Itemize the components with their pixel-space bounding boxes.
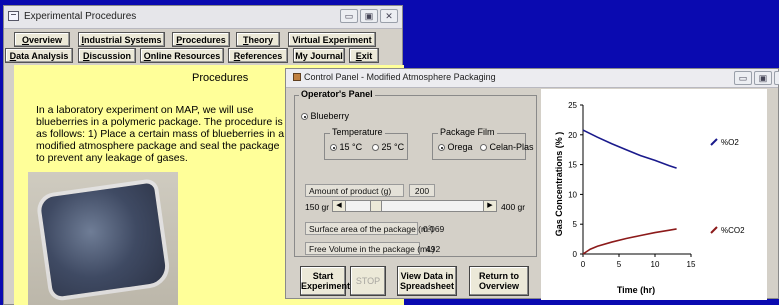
film-orega-radio[interactable] — [438, 144, 445, 151]
film-celan-plas-label: Celan-Plas — [489, 142, 534, 152]
y-tick-label: 20 — [568, 131, 577, 140]
film-celan-plas-option[interactable]: Celan-Plas — [480, 142, 534, 152]
main-title-bar[interactable]: Experimental Procedures ▭ ▣ ✕ — [4, 6, 402, 29]
temp-25-option[interactable]: 25 °C — [372, 142, 404, 152]
x-axis-label: Time (hr) — [617, 285, 655, 295]
amount-slider[interactable]: ◀ ▶ — [332, 200, 497, 212]
panel-close-icon[interactable]: ✕ — [774, 71, 779, 85]
panel-maximize-icon[interactable]: ▣ — [754, 71, 772, 85]
operators-panel-label: Operator's Panel — [299, 89, 375, 99]
nav-exit-button[interactable]: Exit — [349, 48, 379, 63]
slider-max-label: 400 gr — [501, 202, 526, 212]
blueberry-label: Blueberry — [310, 111, 350, 121]
nav-virtual-experiment-button[interactable]: Virtual Experiment — [288, 32, 376, 47]
slider-thumb[interactable] — [370, 201, 383, 211]
film-orega-label: Orega — [447, 142, 473, 152]
film-celan-plas-radio[interactable] — [480, 144, 487, 151]
x-tick-label: 5 — [617, 260, 622, 269]
legend-label: %O2 — [721, 138, 739, 147]
nav-industrial-systems-button[interactable]: Industrial Systems — [78, 32, 165, 47]
stop-button[interactable]: STOP — [350, 266, 386, 296]
nav-discussion-button[interactable]: Discussion — [78, 48, 136, 63]
x-tick-label: 15 — [687, 260, 696, 269]
start-experiment-button[interactable]: Start Experiment — [300, 266, 350, 296]
nav-overview-button[interactable]: Overview — [14, 32, 70, 47]
free-volume-label: Free Volume in the package (mL) — [305, 242, 435, 255]
x-tick-label: 0 — [581, 260, 586, 269]
procedure-intro-text: In a laboratory experiment on MAP, we wi… — [36, 104, 285, 164]
series-line-pct-co2 — [582, 228, 677, 255]
y-tick-label: 25 — [568, 101, 577, 110]
y-tick-label: 0 — [573, 250, 578, 259]
surface-area-value: 0.069 — [423, 224, 445, 234]
temp-15-option[interactable]: 15 °C — [330, 142, 362, 152]
control-panel-icon — [293, 73, 301, 81]
maximize-icon[interactable]: ▣ — [360, 9, 378, 23]
chart-svg: 0 5 10 15 20 25 0 5 10 15 %O2 %CO2 Time (hr) Gas C… — [554, 101, 745, 295]
film-orega-option[interactable]: Orega — [438, 142, 473, 152]
slider-left-arrow-icon[interactable]: ◀ — [333, 201, 346, 211]
amount-of-product-label: Amount of product (g) — [305, 184, 404, 197]
control-panel-window: Control Panel - Modified Atmosphere Pack… — [285, 68, 779, 300]
app-window-icon — [8, 11, 19, 21]
view-data-spreadsheet-button[interactable]: View Data in Spreadsheet — [397, 266, 457, 296]
slider-right-arrow-icon[interactable]: ▶ — [483, 201, 496, 211]
blueberry-radio[interactable] — [301, 113, 308, 120]
x-tick-label: 10 — [651, 260, 660, 269]
nav-online-resources-button[interactable]: Online Resources — [140, 48, 224, 63]
y-axis-label: Gas Concentrations (% ) — [554, 132, 564, 237]
main-window-title: Experimental Procedures — [24, 11, 137, 22]
blueberry-option[interactable]: Blueberry — [301, 111, 349, 121]
legend-label: %CO2 — [721, 226, 745, 235]
y-tick-label: 5 — [573, 220, 578, 229]
close-icon[interactable]: ✕ — [380, 9, 398, 23]
temp-15-radio[interactable] — [330, 144, 337, 151]
legend-swatch — [710, 226, 718, 234]
y-tick-label: 10 — [568, 190, 577, 199]
procedures-heading: Procedures — [192, 72, 249, 84]
return-to-overview-button[interactable]: Return to Overview — [469, 266, 529, 296]
blueberry-bag-image — [39, 182, 168, 298]
nav-theory-button[interactable]: Theory — [236, 32, 280, 47]
y-tick-label: 15 — [568, 161, 577, 170]
panel-minimize-icon[interactable]: ▭ — [734, 71, 752, 85]
nav-references-button[interactable]: References — [228, 48, 288, 63]
legend-swatch — [710, 138, 718, 146]
blueberry-package-photo — [28, 172, 178, 305]
free-volume-value: 492 — [426, 244, 441, 254]
series-line-pct-o2 — [582, 129, 677, 169]
nav-data-analysis-button[interactable]: Data Analysis — [5, 48, 73, 63]
minimize-icon[interactable]: ▭ — [340, 9, 358, 23]
temp-15-label: 15 °C — [339, 142, 363, 152]
amount-of-product-value: 200 — [409, 184, 435, 197]
gas-concentration-chart: 0 5 10 15 20 25 0 5 10 15 %O2 %CO2 Time (hr) Gas C… — [541, 89, 767, 300]
temp-25-label: 25 °C — [381, 142, 405, 152]
package-film-label: Package Film — [438, 127, 497, 137]
nav-my-journal-button[interactable]: My Journal — [293, 48, 345, 63]
temperature-label: Temperature — [330, 127, 385, 137]
control-panel-title-bar[interactable]: Control Panel - Modified Atmosphere Pack… — [286, 69, 779, 88]
slider-min-label: 150 gr — [305, 202, 330, 212]
surface-area-label: Surface area of the package (m²) — [305, 222, 434, 235]
control-panel-title: Control Panel - Modified Atmosphere Pack… — [304, 72, 496, 82]
temp-25-radio[interactable] — [372, 144, 379, 151]
nav-procedures-button[interactable]: Procedures — [172, 32, 230, 47]
